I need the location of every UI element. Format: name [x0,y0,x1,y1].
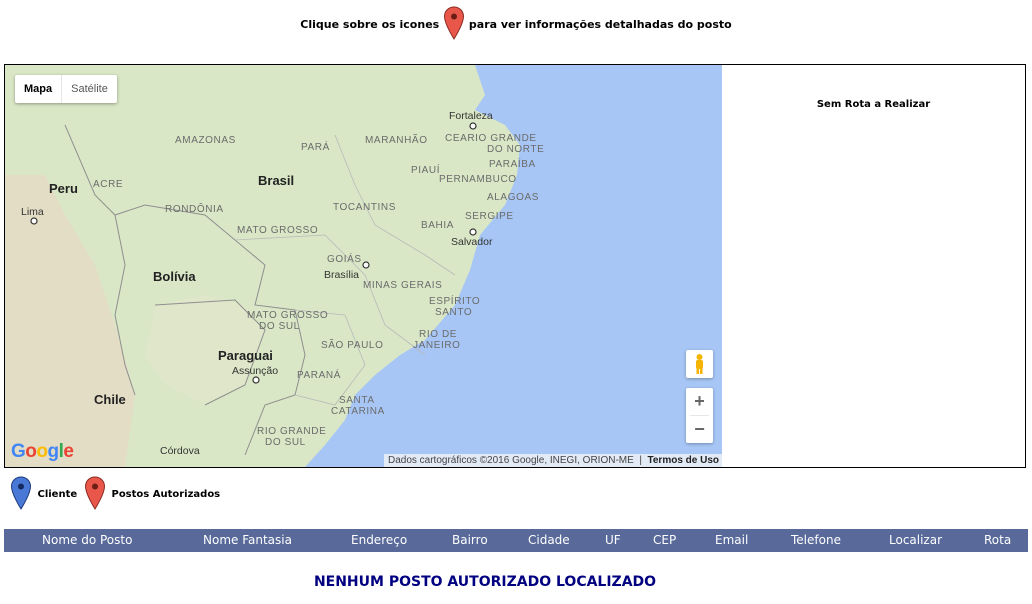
region-label: BAHIA [421,220,455,231]
column-header: Endereço [351,533,408,547]
region-label: DO SUL [259,321,300,332]
region-label: PERNAMBUCO [439,174,517,185]
region-label: RONDÔNIA [165,204,224,215]
city-label: Salvador [451,236,493,248]
map-attribution: Dados cartográficos ©2016 Google, INEGI,… [383,454,723,467]
region-label: PARANÁ [297,370,341,381]
region-label: ALAGOAS [487,192,539,203]
column-header: Cidade [528,533,570,547]
country-label: Bolívia [153,269,196,284]
route-panel: Sem Rota a Realizar [722,64,1026,468]
results-table-header: Nome do Posto Nome Fantasia Endereço Bai… [4,529,1028,552]
city-label: Assunção [232,365,279,377]
column-header: Nome do Posto [42,533,133,547]
region-label: AMAZONAS [175,135,236,146]
empty-results-message: NENHUM POSTO AUTORIZADO LOCALIZADO [313,574,657,590]
region-label: SANTO [435,307,473,318]
country-label: Paraguai [218,348,273,363]
zoom-in-button[interactable]: + [686,388,713,415]
route-status: Sem Rota a Realizar [816,99,931,110]
map[interactable]: AMAZONAS PARÁ MARANHÃO ACRE RONDÔNIA MAT… [4,64,724,468]
column-header: CEP [653,533,677,547]
instructions: Clique sobre os icones para ver informaç… [0,6,1032,43]
region-label: MARANHÃO [365,135,428,146]
country-label: Brasil [258,173,295,188]
column-header: Bairro [452,533,488,547]
column-header: Email [715,533,749,547]
region-label: CATARINA [331,406,385,417]
region-label: CEARIO GRANDE [445,133,537,144]
terms-link[interactable]: Termos de Uso [648,455,720,466]
region-label: PARAÍBA [489,159,536,170]
country-label: Chile [94,392,126,407]
region-label: ACRE [93,179,124,190]
column-header: Telefone [791,533,841,547]
region-label: DO SUL [265,437,306,448]
region-label: SÃO PAULO [321,340,384,351]
column-header: UF [605,533,621,547]
column-header: Localizar [889,533,943,547]
region-label: MATO GROSSO [237,225,319,236]
legend-posts-label: Postos Autorizados [111,489,221,500]
region-label: TOCANTINS [333,202,396,213]
zoom-out-button[interactable]: − [686,416,713,443]
region-label: JANEIRO [413,340,461,351]
legend-client-label: Cliente [37,489,78,500]
region-label: MINAS GERAIS [363,280,443,291]
city-label: Lima [21,206,44,218]
region-label: PARÁ [301,142,330,153]
region-label: RIO GRANDE [257,426,327,437]
region-label: DO NORTE [487,144,545,155]
city-label: Brasília [324,269,360,281]
region-label: PIAUÍ [411,165,441,176]
blue-marker-icon [10,476,32,513]
red-marker-icon [84,476,106,513]
region-label: SERGIPE [465,211,514,222]
google-logo[interactable]: Google [11,441,74,463]
map-type-map-button[interactable]: Mapa [15,75,63,103]
region-label: RIO DE [419,329,458,340]
street-view-pegman-icon[interactable] [686,350,713,378]
instructions-after: para ver informações detalhadas do posto [468,18,732,31]
country-label: Peru [49,181,78,196]
region-label: SANTA [339,395,375,406]
map-type-satellite-button[interactable]: Satélite [62,75,117,103]
column-header: Nome Fantasia [203,533,292,547]
region-label: ESPÍRITO [429,296,481,307]
city-label: Fortaleza [449,110,493,122]
column-header: Rota [984,533,1012,547]
region-label: MATO GROSSO [247,310,329,321]
zoom-control[interactable]: + − [686,388,713,443]
city-label: Córdova [160,445,200,457]
map-type-control[interactable]: Mapa Satélite [15,75,117,103]
region-label: GOIÁS [327,254,362,265]
instructions-before: Clique sobre os icones [300,18,440,31]
legend-client: Cliente [10,476,77,513]
legend-posts: Postos Autorizados [84,476,220,513]
attribution-text: Dados cartográficos ©2016 Google, INEGI,… [387,455,634,466]
red-marker-icon [443,6,465,43]
